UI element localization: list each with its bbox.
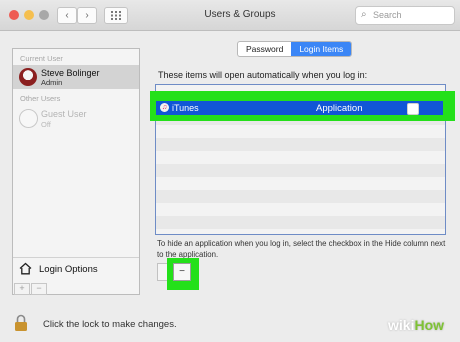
- empty-row: [156, 138, 445, 151]
- close-button[interactable]: [9, 10, 19, 20]
- current-user-heading: Current User: [20, 54, 63, 63]
- watermark-part2: How: [414, 317, 445, 333]
- login-item-row[interactable]: ♫ iTunes Application: [156, 101, 443, 115]
- login-options-label: Login Options: [39, 264, 98, 275]
- lock-icon[interactable]: [14, 314, 28, 332]
- chevron-right-icon: ›: [85, 10, 89, 21]
- login-options-item[interactable]: Login Options: [13, 257, 139, 280]
- remove-login-item-button[interactable]: −: [173, 263, 191, 281]
- itunes-icon: ♫: [160, 103, 169, 112]
- user-name: Steve Bolinger: [41, 68, 100, 78]
- watermark-part1: wiki: [388, 317, 415, 333]
- zoom-button[interactable]: [39, 10, 49, 20]
- search-icon: ⌕: [361, 9, 367, 20]
- login-items-caption: These items will open automatically when…: [158, 70, 368, 80]
- sidebar-item-current-user[interactable]: Steve Bolinger Admin: [13, 65, 139, 89]
- tab-password[interactable]: Password: [238, 42, 291, 56]
- search-field[interactable]: ⌕ Search: [355, 6, 455, 25]
- search-placeholder: Search: [373, 10, 402, 20]
- item-kind: Application: [316, 103, 363, 114]
- window-title: Users & Groups: [204, 9, 276, 20]
- users-sidebar: Current User Steve Bolinger Admin Other …: [12, 48, 140, 295]
- title-bar: ‹ › Users & Groups ⌕ Search: [0, 0, 460, 31]
- tab-bar: Password Login Items: [237, 41, 353, 57]
- remove-user-button[interactable]: −: [31, 283, 47, 295]
- forward-button[interactable]: ›: [77, 7, 97, 24]
- item-name: iTunes: [172, 103, 199, 113]
- empty-row: [156, 216, 445, 229]
- wikihow-watermark: wikiHow: [388, 317, 444, 333]
- avatar: [19, 68, 37, 86]
- user-role: Admin: [41, 78, 63, 87]
- show-all-button[interactable]: [104, 7, 128, 24]
- hide-checkbox[interactable]: [407, 103, 419, 115]
- empty-row: [156, 190, 445, 203]
- back-button[interactable]: ‹: [57, 7, 77, 24]
- house-icon: [19, 262, 32, 275]
- guest-user-name[interactable]: Guest User: [41, 109, 87, 119]
- add-user-button[interactable]: +: [14, 283, 30, 295]
- lock-message: Click the lock to make changes.: [43, 319, 177, 330]
- other-users-heading: Other Users: [20, 94, 61, 103]
- minimize-button[interactable]: [24, 10, 34, 20]
- tab-login-items[interactable]: Login Items: [291, 42, 352, 56]
- hide-hint: To hide an application when you log in, …: [157, 239, 446, 259]
- guest-user-icon[interactable]: [19, 109, 38, 128]
- empty-row: [156, 164, 445, 177]
- chevron-left-icon: ‹: [65, 10, 69, 21]
- guest-user-state: Off: [41, 120, 51, 129]
- grid-icon: [111, 11, 121, 20]
